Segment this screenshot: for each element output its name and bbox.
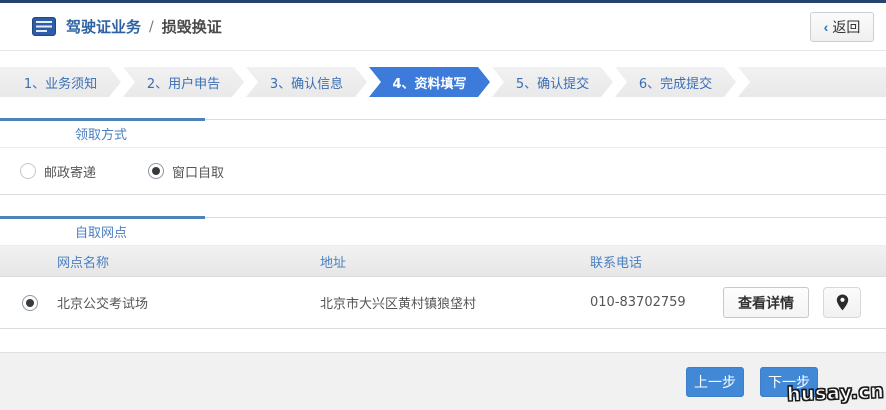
tab-step-4[interactable]: 4、资料填写 bbox=[369, 67, 490, 97]
outlets-table-header: 网点名称 地址 联系电话 bbox=[0, 246, 886, 277]
section-accent-bar bbox=[0, 216, 205, 219]
outlet-table-row: 北京公交考试场 北京市大兴区黄村镇狼垡村 010-83702759 查看详情 bbox=[0, 277, 886, 329]
radio-window-pickup-label: 窗口自取 bbox=[172, 162, 224, 181]
section-accent-bar bbox=[0, 118, 205, 121]
map-pin-button[interactable] bbox=[823, 287, 861, 318]
page-title: 驾驶证业务 bbox=[66, 16, 141, 37]
back-button-label: 返回 bbox=[832, 17, 860, 37]
breadcrumb-current: 损毁换证 bbox=[162, 16, 222, 37]
outlet-actions: 查看详情 bbox=[706, 287, 886, 318]
tab-step-3[interactable]: 3、确认信息 bbox=[246, 67, 367, 97]
pickup-section-header: 领取方式 bbox=[0, 120, 886, 148]
license-card-icon bbox=[32, 17, 56, 36]
radio-dot bbox=[26, 299, 34, 307]
back-chevron-icon: ‹ bbox=[824, 19, 829, 35]
outlet-name: 北京公交考试场 bbox=[40, 293, 303, 312]
radio-circle-icon bbox=[20, 163, 36, 179]
tab-step-5[interactable]: 5、确认提交 bbox=[492, 67, 613, 97]
pickup-method-section: 领取方式 邮政寄递 窗口自取 bbox=[0, 119, 886, 195]
outlets-section: 自取网点 网点名称 地址 联系电话 北京公交考试场 北京市大兴区黄村镇狼垡村 0… bbox=[0, 217, 886, 329]
outlet-phone: 010-83702759 bbox=[573, 295, 706, 310]
radio-window-pickup[interactable]: 窗口自取 bbox=[148, 162, 224, 181]
outlet-select-radio[interactable] bbox=[22, 295, 38, 311]
tab-bar-filler bbox=[738, 67, 886, 97]
radio-circle-icon bbox=[148, 163, 164, 179]
radio-dot bbox=[152, 167, 160, 175]
previous-step-button[interactable]: 上一步 bbox=[686, 367, 744, 397]
pickup-options-row: 邮政寄递 窗口自取 bbox=[0, 148, 886, 195]
step-tabs: 1、业务须知 2、用户申告 3、确认信息 4、资料填写 5、确认提交 6、完成提… bbox=[0, 67, 886, 97]
row-radio-cell bbox=[0, 295, 40, 311]
back-button[interactable]: ‹ 返回 bbox=[810, 12, 874, 42]
map-pin-icon bbox=[836, 294, 849, 311]
radio-dot bbox=[24, 167, 32, 175]
tab-step-6[interactable]: 6、完成提交 bbox=[615, 67, 736, 97]
pickup-section-title: 领取方式 bbox=[75, 124, 127, 143]
radio-postal-delivery-label: 邮政寄递 bbox=[44, 162, 96, 181]
tab-step-1[interactable]: 1、业务须知 bbox=[0, 67, 121, 97]
radio-postal-delivery[interactable]: 邮政寄递 bbox=[20, 162, 96, 181]
outlet-address: 北京市大兴区黄村镇狼垡村 bbox=[303, 293, 573, 312]
header-cell-address: 地址 bbox=[303, 252, 573, 271]
wizard-footer: 上一步 下一步 bbox=[0, 352, 886, 410]
header-cell-phone: 联系电话 bbox=[573, 252, 706, 271]
outlets-section-header: 自取网点 bbox=[0, 218, 886, 246]
outlets-section-title: 自取网点 bbox=[75, 222, 127, 241]
next-step-button[interactable]: 下一步 bbox=[760, 367, 818, 397]
header-cell-name: 网点名称 bbox=[40, 252, 303, 271]
view-details-button[interactable]: 查看详情 bbox=[723, 287, 809, 318]
tab-step-2[interactable]: 2、用户申告 bbox=[123, 67, 244, 97]
breadcrumb-separator: / bbox=[149, 19, 154, 35]
page-header: 驾驶证业务 / 损毁换证 ‹ 返回 bbox=[0, 3, 886, 51]
